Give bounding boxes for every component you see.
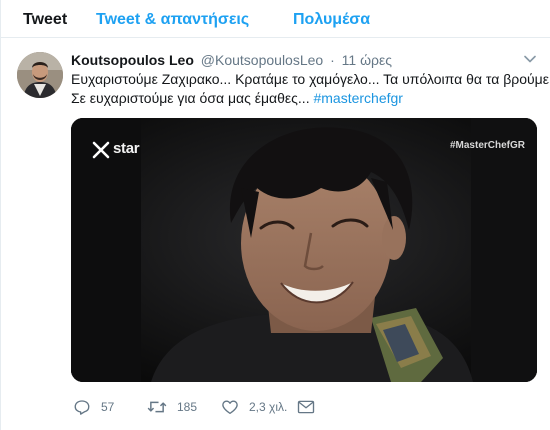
hashtag-link[interactable]: #masterchefgr bbox=[313, 90, 402, 106]
profile-tabs: Tweet Tweet & απαντήσεις Πολυμέσα bbox=[1, 0, 550, 38]
close-media-button[interactable] bbox=[89, 138, 113, 162]
tweet-text-line-2-content: Σε ευχαριστούμε για όσα μας έμαθες... bbox=[71, 90, 310, 106]
direct-message-button[interactable] bbox=[297, 397, 315, 417]
author-name[interactable]: Koutsopoulos Leo bbox=[71, 52, 194, 68]
chevron-down-icon bbox=[524, 55, 536, 63]
tab-tweets[interactable]: Tweet bbox=[23, 10, 67, 30]
tweet-menu-button[interactable] bbox=[522, 51, 538, 67]
envelope-icon bbox=[297, 400, 315, 414]
tweet-timestamp[interactable]: 11 ώρες bbox=[342, 52, 392, 68]
tab-tweets-and-replies[interactable]: Tweet & απαντήσεις bbox=[96, 10, 249, 30]
media-photo bbox=[71, 118, 537, 382]
avatar-photo bbox=[17, 52, 63, 98]
reply-button[interactable]: 57 bbox=[73, 397, 114, 417]
like-count: 2,3 χιλ. bbox=[249, 400, 288, 414]
header-separator: · bbox=[330, 52, 335, 68]
tweet-media[interactable]: star #MasterChefGR bbox=[71, 118, 537, 382]
tweet-actions: 57 185 2,3 χιλ. bbox=[71, 397, 541, 417]
tab-media[interactable]: Πολυμέσα bbox=[293, 10, 370, 30]
profile-timeline: Tweet Tweet & απαντήσεις Πολυμέσα Koutso… bbox=[0, 0, 550, 430]
avatar[interactable] bbox=[17, 52, 63, 98]
tweet-header: Koutsopoulos Leo @KoutsopoulosLeo · 11 ώ… bbox=[71, 51, 392, 69]
channel-logo: star bbox=[113, 140, 140, 157]
tweet-text-line-1: Ευχαριστούμε Ζαχιρακο... Κρατάμε το χαμό… bbox=[71, 71, 550, 87]
tweet-text-line-2: Σε ευχαριστούμε για όσα μας έμαθες... #m… bbox=[71, 89, 541, 108]
like-button[interactable]: 2,3 χιλ. bbox=[221, 397, 287, 417]
retweet-icon bbox=[147, 401, 167, 413]
media-hashtag-overlay: #MasterChefGR bbox=[449, 140, 525, 151]
reply-icon bbox=[74, 400, 90, 415]
close-icon bbox=[92, 141, 110, 159]
retweet-count: 185 bbox=[177, 400, 198, 414]
tweet-text: Ευχαριστούμε Ζαχιρακο... Κρατάμε το χαμό… bbox=[71, 70, 550, 108]
reply-count: 57 bbox=[101, 400, 115, 414]
heart-icon bbox=[222, 400, 238, 415]
retweet-button[interactable]: 185 bbox=[147, 397, 197, 417]
author-handle[interactable]: @KoutsopoulosLeo bbox=[201, 52, 323, 68]
